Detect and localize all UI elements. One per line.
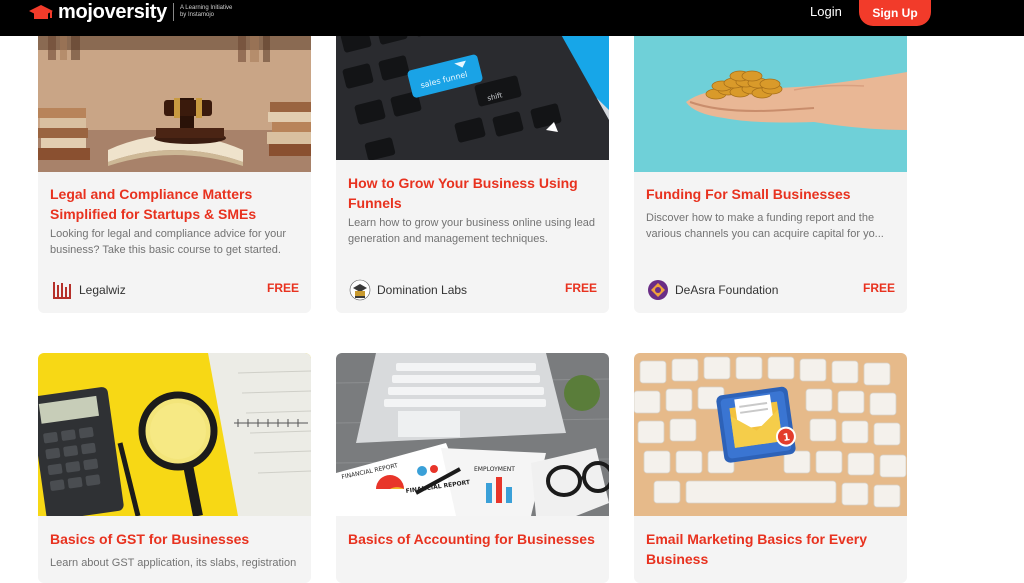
course-card-gst[interactable]: Basics of GST for Businesses Learn about… bbox=[38, 353, 311, 583]
financial-report-laptop-image: FINANCIAL REPORT FINANCIAL REPORT EMPLOY… bbox=[336, 353, 609, 516]
course-provider: DeAsra Foundation bbox=[647, 279, 778, 301]
login-link[interactable]: Login bbox=[810, 4, 842, 19]
course-card-funnels[interactable]: sales funnel shift How to Grow Your Busi… bbox=[336, 0, 609, 313]
course-description: Looking for legal and compliance advice … bbox=[50, 228, 287, 256]
course-description: Learn how to grow your business online u… bbox=[348, 217, 596, 245]
course-price: FREE bbox=[862, 281, 895, 295]
course-title[interactable]: Basics of Accounting for Businesses bbox=[348, 529, 598, 549]
course-card-legal[interactable]: Legal and Compliance Matters Simplified … bbox=[38, 0, 311, 313]
course-price: FREE bbox=[564, 281, 597, 295]
course-price: FREE bbox=[266, 281, 299, 295]
provider-name: Legalwiz bbox=[79, 283, 126, 297]
tagline-line-1: A Learning Initiative bbox=[179, 5, 233, 11]
course-title[interactable]: Funding For Small Businesses bbox=[646, 184, 896, 204]
course-description: Learn about GST application, its slabs, … bbox=[50, 557, 297, 569]
course-provider: Domination Labs bbox=[349, 279, 467, 301]
course-card-funding[interactable]: Funding For Small Businesses Discover ho… bbox=[634, 0, 907, 313]
email-keyboard-image: 1 bbox=[634, 353, 907, 516]
signup-button[interactable]: Sign Up bbox=[859, 0, 931, 26]
tagline-line-2: by Instamojo bbox=[179, 12, 214, 18]
course-card-accounting[interactable]: FINANCIAL REPORT FINANCIAL REPORT EMPLOY… bbox=[336, 353, 609, 583]
calculator-magnifier-image bbox=[38, 353, 311, 516]
employment-text: EMPLOYMENT bbox=[474, 466, 515, 473]
deasra-foundation-logo-icon bbox=[648, 280, 668, 300]
brand-name: mojoversity bbox=[58, 0, 167, 23]
course-title[interactable]: How to Grow Your Business Using Funnels bbox=[348, 173, 598, 213]
domination-labs-logo-icon bbox=[349, 279, 371, 301]
mojoversity-logo[interactable]: mojoversity A Learning Initiative by Ins… bbox=[28, 0, 232, 24]
graduation-cap-icon bbox=[29, 5, 53, 19]
course-title[interactable]: Basics of GST for Businesses bbox=[50, 529, 300, 549]
course-title[interactable]: Legal and Compliance Matters Simplified … bbox=[50, 184, 300, 224]
course-title[interactable]: Email Marketing Basics for Every Busines… bbox=[646, 529, 896, 569]
course-provider: Legalwiz bbox=[51, 279, 126, 301]
course-card-email-marketing[interactable]: 1 Email Marketing Basics for Every Busin… bbox=[634, 353, 907, 583]
course-description: Discover how to make a funding report an… bbox=[646, 212, 884, 240]
provider-name: Domination Labs bbox=[377, 283, 468, 297]
provider-name: DeAsra Foundation bbox=[675, 283, 779, 297]
top-navigation-bar: mojoversity A Learning Initiative by Ins… bbox=[0, 0, 1024, 36]
legalwiz-logo-icon bbox=[53, 282, 71, 299]
logo-divider bbox=[172, 3, 174, 21]
brand-tagline: A Learning Initiative by Instamojo bbox=[180, 5, 232, 19]
